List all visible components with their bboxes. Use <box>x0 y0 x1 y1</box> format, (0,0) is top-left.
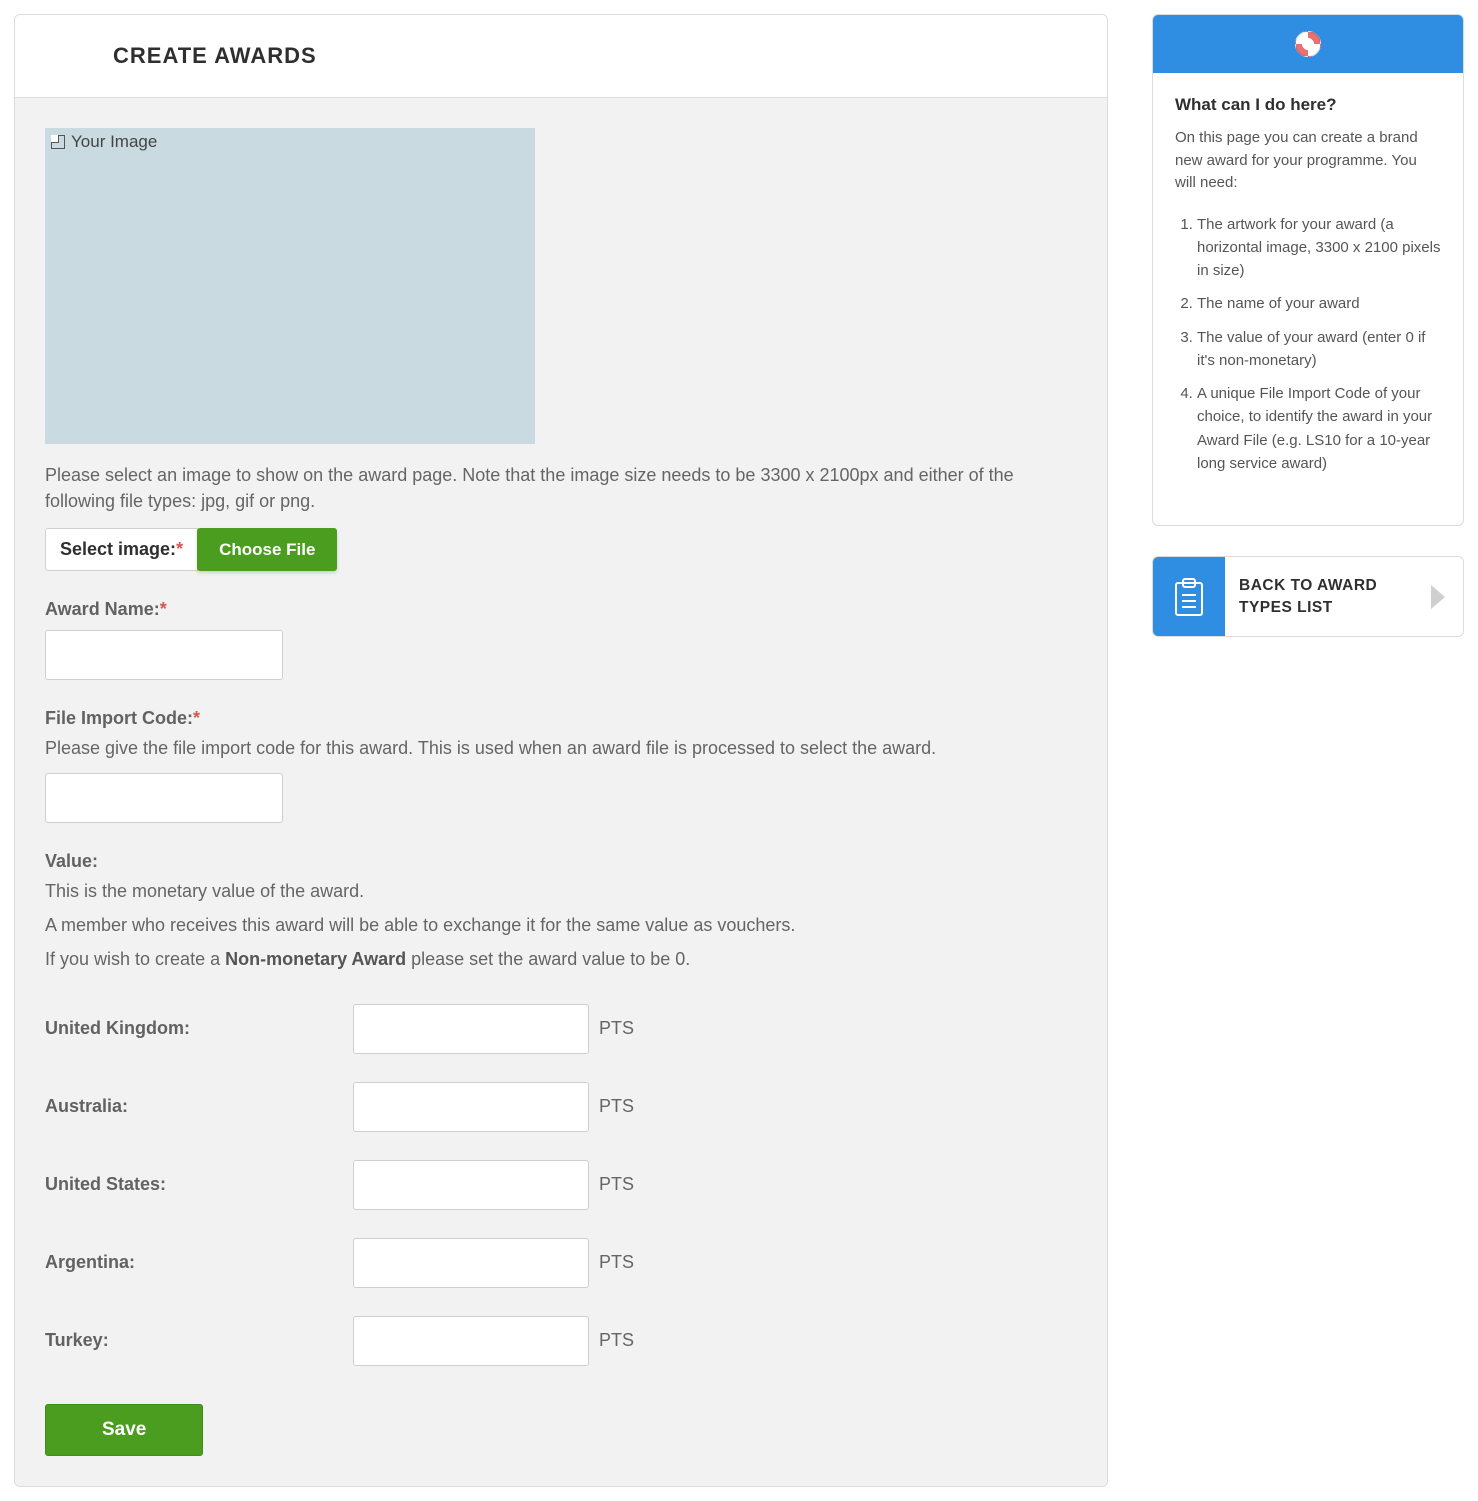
value-row-label: United States: <box>45 1174 353 1195</box>
help-list: The artwork for your award (a horizontal… <box>1175 213 1441 476</box>
required-marker: * <box>160 599 167 619</box>
value-unit: PTS <box>599 1330 634 1351</box>
image-preview: Your Image <box>45 128 535 444</box>
value-input[interactable] <box>353 1238 589 1288</box>
back-link-label: BACK TO AWARD TYPES LIST <box>1225 557 1413 636</box>
value-row-label: United Kingdom: <box>45 1018 353 1039</box>
value-row: Turkey: PTS <box>45 1316 1077 1366</box>
page-title: CREATE AWARDS <box>113 43 1075 69</box>
value-row: Australia: PTS <box>45 1082 1077 1132</box>
value-input[interactable] <box>353 1316 589 1366</box>
file-import-hint: Please give the file import code for thi… <box>45 735 1077 763</box>
life-ring-icon <box>1295 31 1321 57</box>
help-header <box>1153 15 1463 73</box>
value-unit: PTS <box>599 1174 634 1195</box>
help-list-item: The name of your award <box>1197 292 1441 315</box>
value-line2: A member who receives this award will be… <box>45 912 1077 940</box>
value-line1: This is the monetary value of the award. <box>45 878 1077 906</box>
panel-header: CREATE AWARDS <box>15 15 1107 97</box>
required-marker: * <box>176 539 183 559</box>
value-row-label: Australia: <box>45 1096 353 1117</box>
value-line3: If you wish to create a Non-monetary Awa… <box>45 946 1077 974</box>
value-input[interactable] <box>353 1160 589 1210</box>
help-title: What can I do here? <box>1175 95 1441 115</box>
help-list-item: A unique File Import Code of your choice… <box>1197 382 1441 475</box>
value-row: Argentina: PTS <box>45 1238 1077 1288</box>
image-preview-alt: Your Image <box>71 132 157 152</box>
value-row-label: Argentina: <box>45 1252 353 1273</box>
required-marker: * <box>193 708 200 728</box>
save-button[interactable]: Save <box>45 1404 203 1456</box>
select-image-label: Select image:* <box>45 528 198 571</box>
award-name-label: Award Name:* <box>45 599 1077 620</box>
value-row: United Kingdom: PTS <box>45 1004 1077 1054</box>
value-label: Value: <box>45 851 1077 872</box>
image-hint: Please select an image to show on the aw… <box>45 462 1077 514</box>
file-import-code-label: File Import Code:* <box>45 708 1077 729</box>
back-to-award-types-button[interactable]: BACK TO AWARD TYPES LIST <box>1152 556 1464 637</box>
help-list-item: The artwork for your award (a horizontal… <box>1197 213 1441 283</box>
award-name-input[interactable] <box>45 630 283 680</box>
choose-file-button[interactable]: Choose File <box>197 528 337 571</box>
broken-image-icon <box>49 133 67 151</box>
value-rows: United Kingdom:PTSAustralia:PTSUnited St… <box>45 1004 1077 1366</box>
help-panel: What can I do here? On this page you can… <box>1152 14 1464 526</box>
value-unit: PTS <box>599 1252 634 1273</box>
create-award-panel: CREATE AWARDS Your Image Please select a… <box>14 14 1108 1487</box>
value-row: United States: PTS <box>45 1160 1077 1210</box>
value-unit: PTS <box>599 1018 634 1039</box>
clipboard-icon <box>1153 557 1225 636</box>
file-import-code-input[interactable] <box>45 773 283 823</box>
help-intro: On this page you can create a brand new … <box>1175 127 1441 195</box>
value-input[interactable] <box>353 1004 589 1054</box>
value-input[interactable] <box>353 1082 589 1132</box>
chevron-right-icon <box>1413 557 1463 636</box>
help-list-item: The value of your award (enter 0 if it's… <box>1197 326 1441 373</box>
value-row-label: Turkey: <box>45 1330 353 1351</box>
value-unit: PTS <box>599 1096 634 1117</box>
